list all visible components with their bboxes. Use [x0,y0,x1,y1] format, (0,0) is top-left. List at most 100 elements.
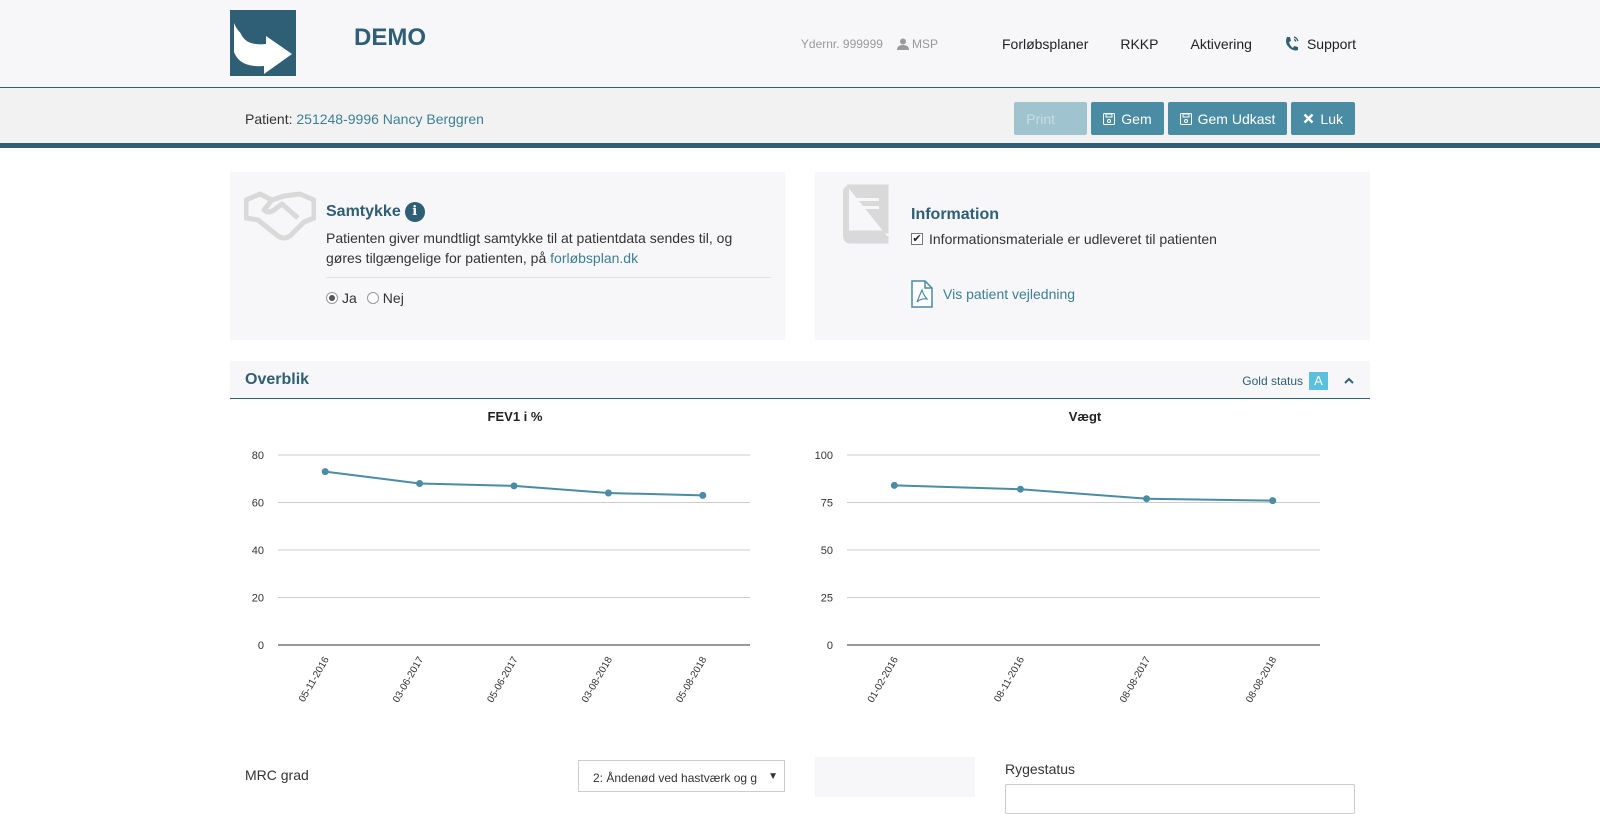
overview-header[interactable]: Overblik Gold status A [230,361,1370,399]
patient-value[interactable]: 251248-9996 Nancy Berggren [296,111,484,127]
save-button[interactable]: Gem [1091,102,1164,135]
nav-support[interactable]: Support [1284,35,1356,53]
radio-nej-label: Nej [382,290,404,306]
gold-status: Gold status A [1242,372,1354,390]
top-nav: Ydernr. 999999 MSP Forløbsplaner RKKP Ak… [801,35,1356,53]
logo[interactable] [230,10,296,76]
radio-ja[interactable] [326,292,338,304]
user-icon [896,38,909,50]
action-buttons: Print Gem Gem Udkast Luk [1014,102,1355,135]
consent-text: Patienten giver mundtligt samtykke til a… [326,228,771,268]
info-checkbox-label: Informationsmateriale er udleveret til p… [929,231,1217,247]
x-tick-label: 01-02-2016 [866,655,901,705]
save-label: Gem [1121,110,1152,127]
patient-guide-link[interactable]: Vis patient vejledning [911,280,1075,308]
close-icon [1304,113,1314,124]
gold-status-label: Gold status [1242,374,1303,388]
series-line [894,484,1273,502]
nav-forloebsplaner[interactable]: Forløbsplaner [1002,36,1088,52]
y-tick-label: 0 [258,640,264,652]
user-name: MSP [911,37,938,51]
arrow-logo-icon [233,19,292,74]
chart-title: FEV1 i % [488,409,543,424]
pdf-file-icon [911,280,933,308]
consent-link[interactable]: forløbsplan.dk [550,250,638,266]
consent-options: Ja Nej [326,290,404,306]
data-point [604,489,612,497]
nav-rkkp[interactable]: RKKP [1120,36,1158,52]
divider [326,277,771,278]
patient-label: Patient: [245,111,293,127]
mrc-label: MRC grad [245,767,309,783]
information-title: Information [911,206,999,223]
overview-charts: FEV1 i % 0 20 40 60 80 05-11-2016 03-06-2017 05-… [252,409,1320,705]
x-tick-label: 03-06-2017 [391,655,426,705]
information-panel: Information ✔ Informationsmateriale er u… [815,172,1370,340]
data-point [1143,495,1151,503]
y-tick-label: 20 [252,593,264,605]
y-tick-label: 60 [252,498,264,510]
data-point [1016,485,1024,493]
chevron-up-icon[interactable] [1344,374,1354,388]
y-tick-label: 25 [821,593,833,605]
info-icon[interactable]: i [404,202,425,222]
top-navbar: DEMO Ydernr. 999999 MSP Forløbsplaner RK… [0,0,1600,88]
info-checkbox-row[interactable]: ✔ Informationsmateriale er udleveret til… [911,231,1217,247]
consent-body: Patienten giver mundtligt samtykke til a… [326,230,733,266]
handshake-icon [244,191,316,241]
y-tick-label: 80 [252,450,264,462]
radio-nej[interactable] [366,292,379,304]
y-tick-label: 100 [815,450,833,462]
mrc-select-value: 2: Åndenød ved hastværk og g [593,771,758,785]
data-point [890,481,898,489]
close-button[interactable]: Luk [1291,102,1355,135]
y-tick-label: 0 [827,640,833,652]
ydernr-text: Ydernr. 999999 [800,37,883,51]
data-point [510,482,518,490]
support-label: Support [1306,36,1356,52]
caret-down-icon: ▼ [768,771,778,782]
ryge-label: Rygestatus [1005,761,1076,777]
data-point [699,491,707,499]
patient-bar: Patient: 251248-9996 Nancy Berggren Prin… [0,88,1600,148]
print-label: Print [1026,110,1056,127]
x-tick-label: 05-06-2017 [485,655,520,705]
consent-panel: Samtykke i Patienten giver mundtligt samt… [230,172,785,340]
save-draft-button[interactable]: Gem Udkast [1167,102,1288,135]
mrc-select[interactable]: 2: Åndenød ved hastværk og g ▼ [578,760,785,792]
user-info: MSP [896,37,938,51]
x-tick-label: 05-11-2016 [297,655,332,705]
consent-option-ja[interactable]: Ja [326,290,357,306]
info-checkbox[interactable]: ✔ [911,233,923,245]
book-icon [843,184,889,244]
x-tick-label: 08-08-2017 [1118,655,1153,705]
x-tick-label: 03-08-2018 [580,655,615,705]
phone-icon [1285,36,1299,51]
brand-title: DEMO [354,24,426,51]
patient-info: Patient: 251248-9996 Nancy Berggren [245,111,484,127]
gold-status-badge: A [1309,372,1328,390]
data-point [1269,497,1277,505]
x-tick-label: 08-08-2018 [1244,655,1279,705]
overview-title: Overblik [245,371,310,388]
print-button[interactable]: Print [1014,102,1088,135]
chart-title: Vægt [1069,409,1102,424]
data-point [321,468,329,476]
data-point [416,480,424,487]
consent-option-nej[interactable]: Nej [366,290,404,306]
floppy-disk-icon [1103,112,1116,125]
save-draft-label: Gem Udkast [1197,110,1276,127]
grey-panel [815,757,975,797]
consent-title-text: Samtykke [326,203,401,220]
nav-aktivering[interactable]: Aktivering [1190,36,1251,52]
y-tick-label: 75 [821,498,833,510]
close-label: Luk [1320,110,1343,127]
x-tick-label: 05-08-2018 [674,655,709,705]
y-tick-label: 50 [821,545,833,557]
x-tick-label: 08-11-2016 [992,655,1027,705]
consent-title: Samtykke i [326,202,425,222]
radio-ja-label: Ja [342,290,357,306]
floppy-disk-icon [1179,112,1192,125]
y-tick-label: 40 [252,545,264,557]
patient-guide-label: Vis patient vejledning [943,286,1076,302]
